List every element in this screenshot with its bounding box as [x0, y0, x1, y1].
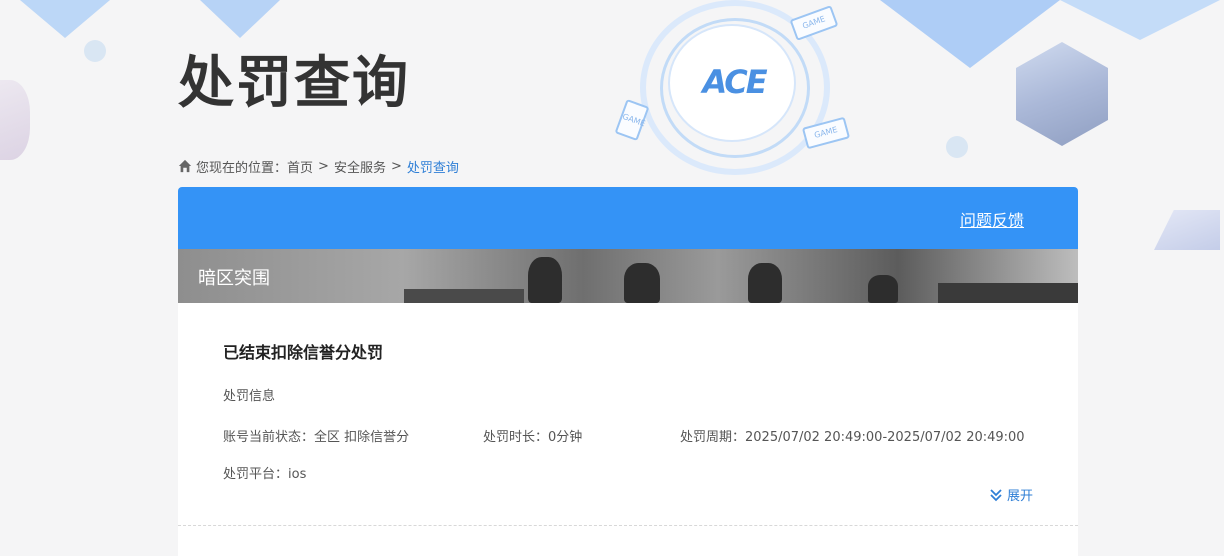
- penalty-period: 处罚周期：2025/07/02 20:49:00-2025/07/02 20:4…: [680, 430, 1025, 445]
- breadcrumb-separator: >: [390, 158, 402, 174]
- divider: [178, 525, 1078, 526]
- home-icon: [178, 159, 192, 173]
- ace-logo: ACE: [702, 63, 767, 101]
- game-tag-icon: GAME: [789, 5, 839, 41]
- breadcrumb: 您现在的位置： 首页 > 安全服务 > 处罚查询: [178, 156, 459, 176]
- character-art-side: [1154, 210, 1220, 250]
- penalty-duration: 处罚时长：0分钟: [483, 430, 583, 445]
- breadcrumb-item-home[interactable]: 首页: [287, 157, 313, 176]
- penalty-record: 已结束扣除信誉分处罚 处罚信息 账号当前状态：全区 扣除信誉分 处罚时长：0分钟…: [178, 303, 1078, 527]
- penalty-panel: 问题反馈 暗区突围 已结束扣除信誉分处罚 处罚信息 账号当前状态：全区 扣除信誉…: [178, 187, 1078, 556]
- breadcrumb-prefix: 您现在的位置：: [196, 160, 288, 176]
- character-art-hexagon: [1016, 42, 1108, 146]
- double-chevron-down-icon: [990, 488, 1002, 501]
- breadcrumb-item-security[interactable]: 安全服务: [334, 157, 386, 176]
- record-title: 已结束扣除信誉分处罚: [223, 343, 384, 362]
- game-name: 暗区突围: [198, 268, 270, 289]
- game-banner: 暗区突围: [178, 249, 1078, 303]
- expand-label: 展开: [1006, 489, 1033, 504]
- breadcrumb-separator: >: [318, 158, 329, 174]
- game-tag-icon: GAME: [801, 116, 851, 150]
- penalty-platform: 处罚平台：ios: [223, 467, 307, 482]
- expand-button[interactable]: 展开: [989, 485, 1033, 504]
- panel-header: 问题反馈: [178, 187, 1078, 249]
- breadcrumb-item-current[interactable]: 处罚查询: [407, 157, 459, 176]
- page-title: 处罚查询: [178, 51, 410, 116]
- game-tag-icon: GAME: [614, 98, 650, 142]
- section-label: 处罚信息: [223, 389, 276, 404]
- info-row: 账号当前状态：全区 扣除信誉分 处罚时长：0分钟 处罚周期：2025/07/02…: [223, 426, 1033, 445]
- account-status: 账号当前状态：全区 扣除信誉分: [223, 430, 410, 445]
- feedback-link[interactable]: 问题反馈: [960, 207, 1024, 231]
- character-art-left: [0, 80, 30, 160]
